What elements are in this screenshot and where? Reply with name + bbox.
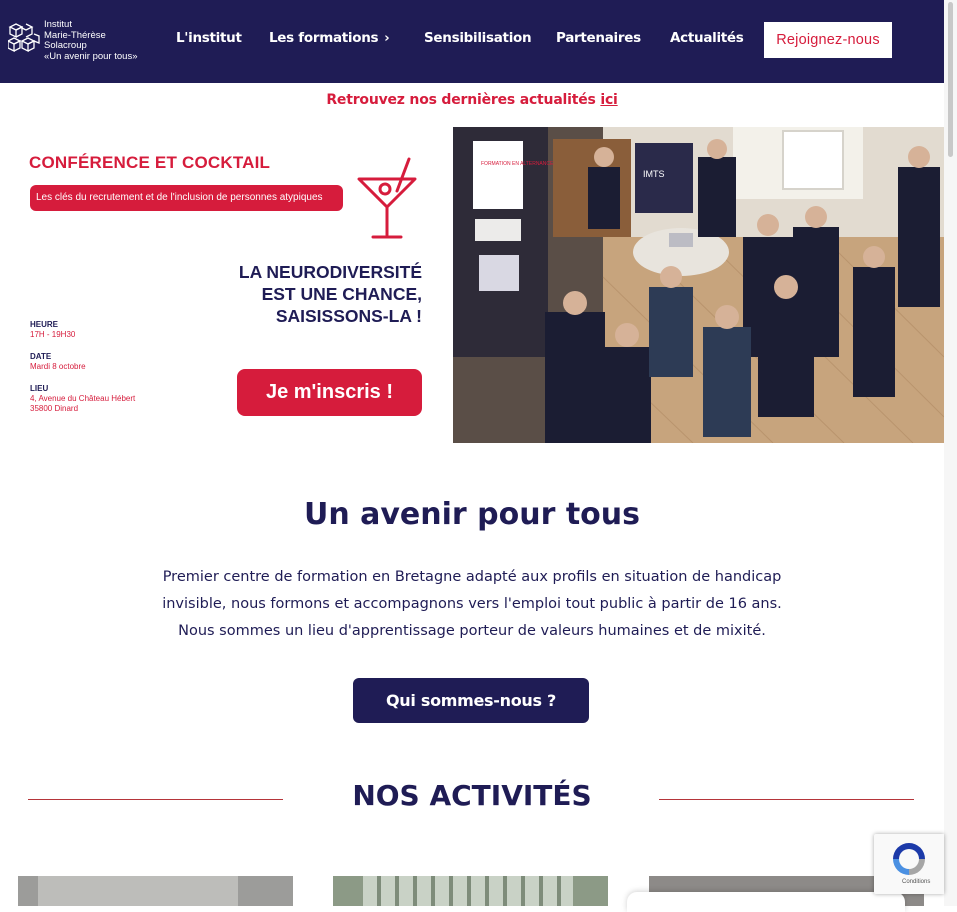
cocktail-glass-icon — [357, 157, 417, 239]
nav-item-institut[interactable]: L'institut — [176, 30, 242, 46]
lieu-value-1: 4, Avenue du Château Hébert — [30, 394, 136, 403]
site-logo[interactable]: Institut Marie-Thérèse Solacroup «Un ave… — [8, 19, 153, 64]
recaptcha-icon — [893, 843, 925, 875]
activity-card-2-image[interactable] — [333, 876, 608, 906]
lieu-label: LIEU — [30, 384, 49, 393]
logo-line-1: Institut — [44, 19, 72, 30]
hero-description: Premier centre de formation en Bretagne … — [110, 564, 834, 645]
nav-item-actualites[interactable]: Actualités — [670, 30, 744, 46]
hero-text-line-3: Nous sommes un lieu d'apprentissage port… — [178, 623, 766, 639]
cubes-logo-icon — [8, 23, 40, 52]
register-button[interactable]: Je m'inscris ! — [237, 369, 422, 416]
event-banner[interactable]: CONFÉRENCE ET COCKTAIL Les clés du recru… — [0, 127, 944, 443]
date-label: DATE — [30, 352, 52, 361]
heure-value: 17H - 19H30 — [30, 330, 76, 339]
banner-headline: LA NEURODIVERSITÉ EST UNE CHANCE, SAISIS… — [200, 261, 422, 327]
activity-card-1-image[interactable] — [18, 876, 293, 906]
banner-title: CONFÉRENCE ET COCKTAIL — [29, 153, 271, 172]
floating-card — [627, 892, 905, 912]
event-photo: IMTS FORMATION EN ALTERNANCE — [453, 127, 944, 443]
nav-item-sensibilisation[interactable]: Sensibilisation — [424, 30, 532, 46]
activities-title: NOS ACTIVITÉS — [352, 779, 592, 812]
poster-text-imts: IMTS — [643, 169, 665, 179]
top-navbar: Institut Marie-Thérèse Solacroup «Un ave… — [0, 0, 944, 83]
about-us-button[interactable]: Qui sommes-nous ? — [353, 678, 589, 723]
chevron-right-icon: › — [384, 31, 390, 46]
scrollbar-thumb[interactable] — [948, 2, 953, 157]
page-scrollbar[interactable] — [944, 0, 957, 906]
logo-line-3: Solacroup — [44, 40, 87, 51]
news-link[interactable]: ici — [600, 92, 618, 108]
date-value: Mardi 8 octobre — [30, 362, 86, 371]
headline-line-3: SAISISSONS-LA ! — [275, 306, 422, 326]
news-text: Retrouvez nos dernières actualités — [326, 92, 601, 108]
hero-text-line-1: Premier centre de formation en Bretagne … — [162, 569, 782, 585]
logo-wordmark: Institut Marie-Thérèse Solacroup — [44, 19, 106, 52]
nav-item-formations-label: Les formations — [269, 30, 379, 46]
nav-item-partenaires[interactable]: Partenaires — [556, 30, 641, 46]
poster-text-formation: FORMATION EN ALTERNANCE — [481, 161, 554, 167]
headline-line-2: EST UNE CHANCE, — [261, 284, 422, 304]
join-us-button[interactable]: Rejoignez-nous — [764, 22, 892, 58]
headline-line-1: LA NEURODIVERSITÉ — [238, 262, 422, 282]
recaptcha-text: Conditions — [902, 879, 931, 885]
lieu-value-2: 35800 Dinard — [30, 404, 79, 413]
info-lieu: LIEU 4, Avenue du Château Hébert 35800 D… — [30, 383, 135, 414]
hero-text-line-2: invisible, nous formons et accompagnons … — [162, 596, 782, 612]
heure-label: HEURE — [30, 320, 59, 329]
news-announcement: Retrouvez nos dernières actualités ici — [0, 92, 944, 108]
nav-item-formations[interactable]: Les formations › — [269, 30, 390, 46]
hero-title: Un avenir pour tous — [303, 497, 641, 532]
banner-subtitle: Les clés du recrutement et de l'inclusio… — [30, 185, 343, 211]
logo-tagline: «Un avenir pour tous» — [44, 51, 138, 62]
info-date: DATE Mardi 8 octobre — [30, 351, 86, 372]
recaptcha-badge[interactable]: Conditions — [874, 834, 944, 894]
divider-right — [659, 799, 914, 800]
info-heure: HEURE 17H - 19H30 — [30, 319, 75, 340]
